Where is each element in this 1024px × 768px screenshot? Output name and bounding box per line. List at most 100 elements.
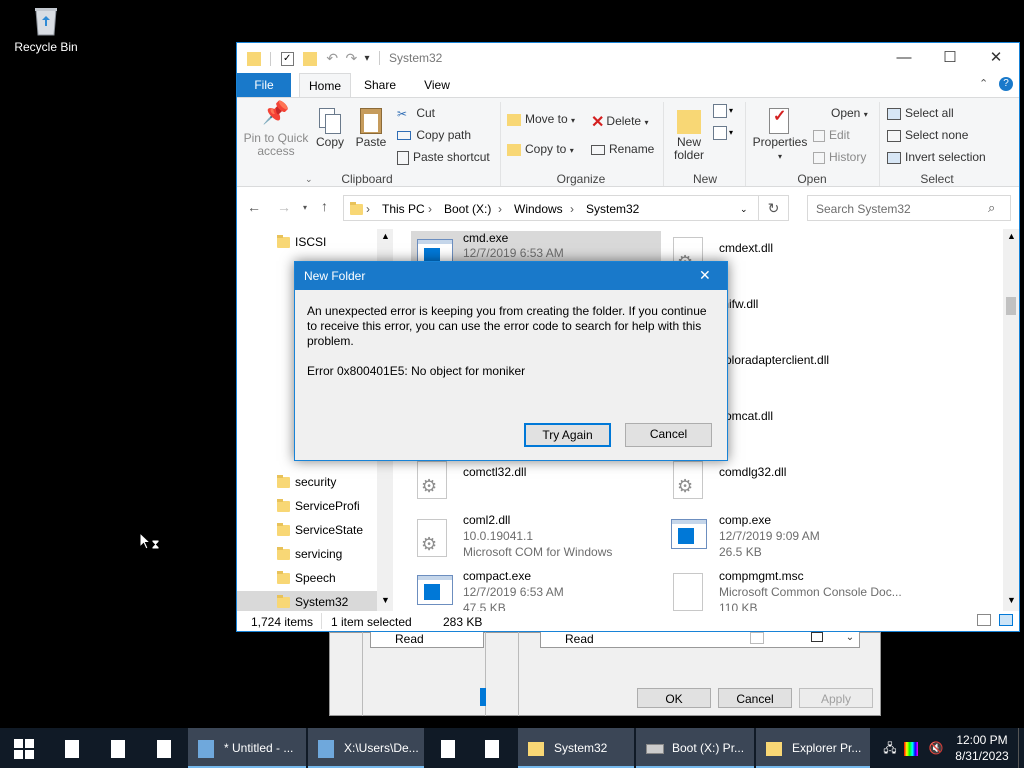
tab-view[interactable]: View (413, 73, 461, 97)
taskbar-notepad-2[interactable]: X:\Users\De... (308, 728, 424, 768)
redo-icon[interactable]: ↷ (345, 50, 357, 67)
paste-button[interactable]: Paste (353, 106, 389, 149)
permission-field[interactable]: Read (370, 632, 484, 648)
delete-button[interactable]: ✕ Delete ▾ (591, 112, 648, 132)
cancel-button[interactable]: Cancel (718, 688, 792, 708)
taskbar-document-button[interactable] (472, 728, 512, 768)
address-bar[interactable]: › This PC › Boot (X:) › Windows › System… (343, 195, 759, 221)
recent-locations-icon[interactable]: ▾ (303, 203, 307, 212)
ok-button[interactable]: OK (637, 688, 711, 708)
file-item-compmgmt[interactable]: compmgmt.msc Microsoft Common Console Do… (667, 567, 917, 611)
group-expand-icon[interactable]: ⌄ (305, 174, 313, 185)
taskbar-document-button[interactable] (98, 728, 138, 768)
taskbar-document-button[interactable] (428, 728, 468, 768)
scroll-thumb[interactable] (1006, 297, 1016, 315)
dropdown-icon[interactable]: ▾ (729, 106, 733, 115)
nav-item-serviceprofiles[interactable]: ServiceProfi (277, 495, 360, 517)
new-item-icon[interactable] (713, 104, 727, 118)
checkbox[interactable] (750, 632, 764, 644)
nav-item-security[interactable]: security (277, 471, 336, 493)
taskbar-explorer-properties[interactable]: Explorer Pr... (756, 728, 870, 768)
scroll-up-icon[interactable]: ▲ (1007, 231, 1016, 241)
cut-button[interactable]: ✂ Cut (397, 106, 435, 121)
apply-button[interactable]: Apply (799, 688, 873, 708)
taskbar-document-button[interactable] (52, 728, 92, 768)
network-icon[interactable]: 🖧 (880, 728, 900, 768)
file-item-comctl32[interactable]: comctl32.dll (411, 455, 661, 509)
rename-button[interactable]: Rename (591, 142, 654, 156)
file-item-compact[interactable]: compact.exe 12/7/2019 6:53 AM 47.5 KB (411, 567, 661, 611)
file-item-comdlg32[interactable]: comdlg32.dll (667, 455, 917, 509)
copy-to-button[interactable]: Copy to ▾ (507, 142, 574, 156)
invert-selection-button[interactable]: Invert selection (887, 150, 986, 164)
tab-share[interactable]: Share (355, 73, 405, 97)
taskbar-explorer-system32[interactable]: System32 (518, 728, 634, 768)
forward-arrow-icon[interactable]: → (277, 199, 291, 215)
close-icon[interactable]: ✕ (973, 43, 1019, 73)
dialog-title-bar[interactable]: New Folder ✕ (295, 262, 727, 290)
copy-path-button[interactable]: Copy path (397, 128, 471, 142)
try-again-button[interactable]: Try Again (524, 423, 611, 447)
move-to-button[interactable]: Move to ▾ (507, 112, 575, 126)
select-all-button[interactable]: Select all (887, 106, 954, 120)
breadcrumb-windows[interactable]: Windows (514, 202, 563, 216)
up-arrow-icon[interactable]: ↑ (321, 198, 328, 214)
checkbox[interactable] (811, 632, 823, 642)
scroll-down-icon[interactable]: ▼ (381, 595, 390, 605)
color-tray-icon[interactable] (904, 728, 922, 768)
clock[interactable]: 12:00 PM 8/31/2023 (952, 732, 1012, 764)
file-item-coml2[interactable]: coml2.dll 10.0.19041.1 Microsoft COM for… (411, 511, 661, 565)
history-button[interactable]: History (813, 150, 866, 164)
search-input[interactable]: Search System32 ⌕ (807, 195, 1011, 221)
search-icon[interactable]: ⌕ (988, 200, 995, 216)
nav-item-servicing[interactable]: servicing (277, 543, 342, 565)
close-icon[interactable]: ✕ (699, 267, 711, 284)
breadcrumb-system32[interactable]: System32 (586, 202, 639, 216)
taskbar-boot-properties[interactable]: Boot (X:) Pr... (636, 728, 754, 768)
nav-item-iscsi[interactable]: ISCSI (277, 231, 326, 253)
tab-file[interactable]: File (237, 73, 291, 97)
recycle-bin-icon[interactable]: Recycle Bin (8, 6, 84, 54)
open-button[interactable]: Open ▾ (831, 106, 868, 120)
title-bar[interactable]: ✓ ↶ ↷ ▾ System32 — ☐ ✕ (237, 43, 1019, 73)
nav-item-system32[interactable]: System32 (277, 591, 348, 611)
dropdown-icon[interactable]: ▾ (729, 128, 733, 137)
scroll-up-icon[interactable]: ▲ (381, 231, 390, 241)
new-folder-icon[interactable] (303, 51, 318, 66)
maximize-icon[interactable]: ☐ (927, 43, 973, 73)
customize-toolbar-icon[interactable]: ▾ (365, 53, 370, 64)
undo-icon[interactable]: ↶ (326, 50, 338, 67)
new-folder-button[interactable]: New folder (667, 106, 711, 162)
file-item-comp[interactable]: comp.exe 12/7/2019 9:09 AM 26.5 KB (667, 511, 917, 565)
taskbar-notepad[interactable]: * Untitled - ... (188, 728, 306, 768)
taskbar-document-button[interactable] (144, 728, 184, 768)
address-dropdown-icon[interactable]: ⌄ (740, 204, 748, 215)
refresh-icon[interactable]: ↻ (759, 195, 789, 221)
scroll-down-icon[interactable]: ⌄ (842, 632, 858, 648)
back-arrow-icon[interactable]: ← (247, 199, 261, 215)
pin-quick-access-button[interactable]: 📌 Pin to Quick access (241, 102, 311, 158)
large-icons-view-icon[interactable] (999, 614, 1013, 626)
show-desktop-button[interactable] (1018, 728, 1024, 768)
minimize-icon[interactable]: — (881, 43, 927, 73)
minimize-ribbon-icon[interactable]: ⌃ (979, 77, 988, 90)
breadcrumb-boot[interactable]: Boot (X:) (444, 202, 491, 216)
help-icon[interactable]: ? (999, 77, 1013, 91)
volume-muted-icon[interactable]: 🔇 (926, 728, 946, 768)
tab-home[interactable]: Home (299, 73, 351, 97)
copy-button[interactable]: Copy (313, 106, 347, 149)
easy-access-icon[interactable] (713, 126, 727, 140)
paste-shortcut-button[interactable]: Paste shortcut (397, 150, 490, 165)
file-list-scrollbar[interactable]: ▲ ▼ (1003, 229, 1019, 611)
scroll-down-icon[interactable]: ▼ (1007, 595, 1016, 605)
details-view-icon[interactable] (977, 614, 991, 626)
start-button[interactable] (0, 728, 48, 768)
nav-item-speech[interactable]: Speech (277, 567, 336, 589)
edit-button[interactable]: Edit (813, 128, 850, 142)
select-none-button[interactable]: Select none (887, 128, 968, 142)
properties-check-icon[interactable]: ✓ (280, 51, 294, 66)
breadcrumb-this-pc[interactable]: This PC (382, 202, 425, 216)
cancel-button[interactable]: Cancel (625, 423, 712, 447)
properties-button[interactable]: ✓ Properties ▾ (749, 106, 811, 163)
nav-item-servicestate[interactable]: ServiceState (277, 519, 363, 541)
